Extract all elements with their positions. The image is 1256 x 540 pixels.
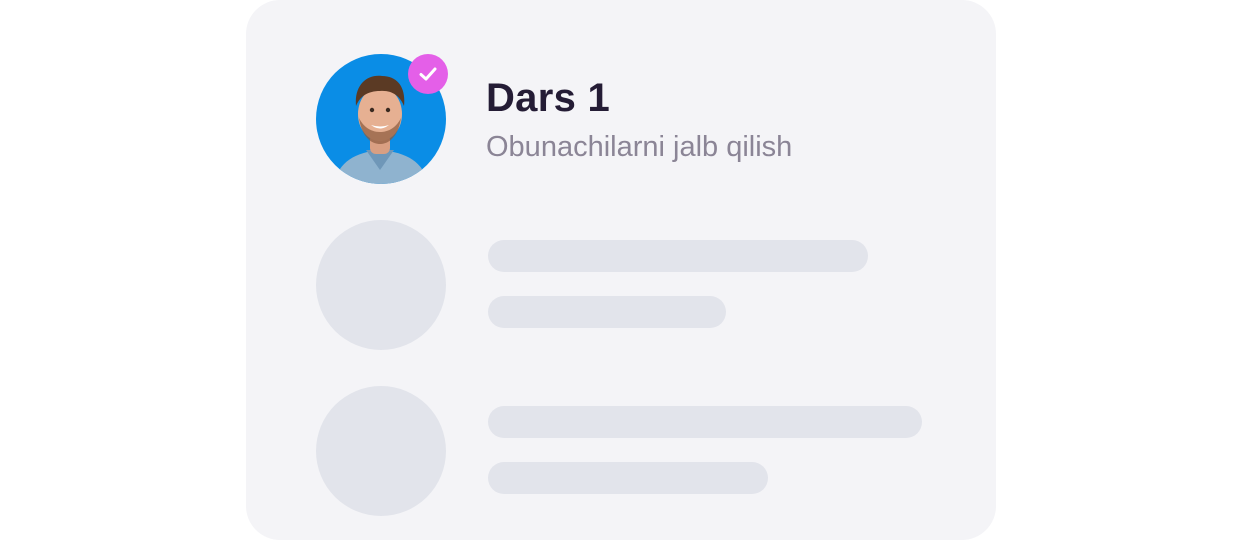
check-icon	[419, 67, 437, 81]
lesson-card: Dars 1 Obunachilarni jalb qilish	[246, 0, 996, 540]
placeholder-line-long	[488, 240, 868, 272]
lesson-subtitle: Obunachilarni jalb qilish	[486, 131, 793, 163]
placeholder-avatar-icon	[316, 386, 446, 516]
lesson-title: Dars 1	[486, 76, 611, 120]
placeholder-avatar-icon	[316, 220, 446, 350]
placeholder-line-long	[488, 406, 922, 438]
check-badge	[408, 54, 448, 94]
placeholder-line-short	[488, 462, 768, 494]
placeholder-line-short	[488, 296, 726, 328]
lesson-item-active[interactable]: Dars 1 Obunachilarni jalb qilish	[316, 54, 956, 184]
lesson-avatar-wrapper	[316, 54, 448, 184]
placeholder-item	[316, 220, 956, 350]
placeholder-item	[316, 386, 956, 516]
